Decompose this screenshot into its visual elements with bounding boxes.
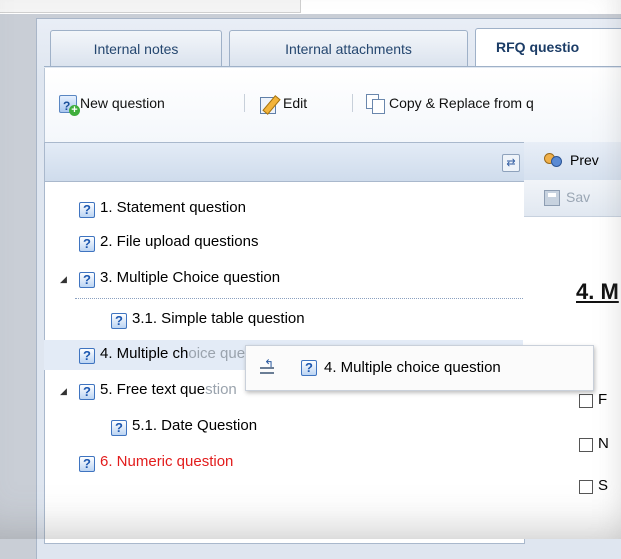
tree-item-label: 6. Numeric question (100, 453, 234, 470)
tree-panel-header: ⇄ (45, 143, 524, 182)
drop-indicator-line (75, 298, 523, 299)
new-question-label: New question (80, 95, 165, 111)
question-preview-panel: Prev Sav 4. M F N S (524, 142, 621, 539)
tree-item[interactable]: ◢? 3. Multiple Choice question (60, 266, 280, 290)
tree-item[interactable]: ◢? 5. Free text question (60, 378, 237, 402)
edit-icon (260, 95, 281, 116)
copy-replace-label: Copy & Replace from q (389, 95, 534, 111)
tree-item[interactable]: ? 1. Statement question (79, 196, 246, 220)
tree-item-label: 1. Statement question (100, 199, 246, 216)
preview-icon[interactable] (544, 153, 562, 169)
save-toolbar: Sav (524, 180, 621, 217)
toolbar: ? + New question Edit Copy & Replace from … (44, 68, 621, 142)
save-icon[interactable] (544, 190, 560, 206)
question-icon: ? (79, 456, 95, 472)
tree-item[interactable]: ? 3.1. Simple table question (111, 307, 305, 331)
question-title: 4. M (576, 279, 619, 304)
refresh-icon[interactable]: ⇄ (502, 154, 520, 172)
edit-label: Edit (283, 95, 308, 111)
drag-ghost: ↰ ? 4. Multiple choice question (245, 345, 594, 391)
option-checkbox[interactable] (579, 480, 593, 494)
tree-item-label: 3.1. Simple table question (132, 310, 305, 327)
tree-item[interactable]: ? 2. File upload questions (79, 230, 258, 254)
question-icon: ? (79, 272, 95, 288)
preview-toolbar: Prev (524, 142, 621, 181)
copy-icon (366, 94, 386, 115)
save-button-label[interactable]: Sav (566, 189, 590, 205)
option-label: F (598, 391, 608, 408)
tree-item-label: 5. Free text que (100, 381, 206, 398)
new-question-button[interactable]: ? + New question (59, 92, 165, 117)
tree-item[interactable]: ? 6. Numeric question (79, 450, 233, 474)
tree-item-label: 4. Multiple ch (100, 345, 189, 362)
toolbar-separator (244, 94, 245, 112)
question-icon: ? (79, 384, 95, 400)
expanded-triangle-icon[interactable]: ◢ (60, 379, 79, 403)
tree-item-label: 5.1. Date Question (132, 417, 258, 434)
drag-ghost-label: 4. Multiple choice question (324, 359, 501, 376)
question-icon: ? (301, 360, 317, 376)
tab-internal-attachments[interactable]: Internal attachments (229, 30, 468, 66)
expanded-triangle-icon[interactable]: ◢ (60, 267, 79, 291)
tab-internal-notes[interactable]: Internal notes (50, 30, 222, 66)
tree-item-label-ghost: stion (205, 381, 237, 398)
question-icon: ? (79, 202, 95, 218)
new-question-icon: ? + (59, 95, 80, 117)
copy-replace-button[interactable]: Copy & Replace from q (366, 92, 534, 115)
drop-position-icon: ↰ (258, 357, 278, 377)
option-checkbox[interactable] (579, 438, 593, 452)
tab-divider (44, 66, 621, 67)
edit-button[interactable]: Edit (260, 92, 308, 116)
tree-item[interactable]: ? 5.1. Date Question (111, 414, 257, 438)
question-icon: ? (79, 348, 95, 364)
window-top-frame (0, 0, 621, 14)
question-icon: ? (111, 313, 127, 329)
toolbar-separator (352, 94, 353, 112)
option-label: N (598, 435, 609, 452)
option-label: S (598, 477, 609, 494)
question-icon: ? (111, 420, 127, 436)
question-icon: ? (79, 236, 95, 252)
tree-item-label: 3. Multiple Choice question (100, 269, 281, 286)
option-checkbox[interactable] (579, 394, 593, 408)
tree-item-label: 2. File upload questions (100, 233, 259, 250)
tab-rfq-questions[interactable]: RFQ questio (475, 28, 621, 66)
preview-button-label[interactable]: Prev (570, 152, 599, 168)
